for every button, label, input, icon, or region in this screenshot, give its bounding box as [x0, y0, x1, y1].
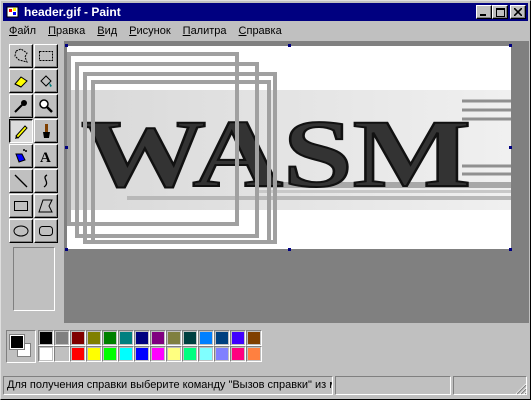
- palette-swatch[interactable]: [38, 346, 54, 362]
- paint-app-icon[interactable]: [5, 4, 21, 20]
- rect-select-tool[interactable]: [34, 44, 58, 68]
- fill-bucket-icon: [40, 75, 52, 87]
- palette-swatch[interactable]: [70, 330, 86, 346]
- tool-options-box[interactable]: [13, 247, 55, 311]
- close-button[interactable]: [510, 5, 526, 19]
- text-icon: A: [40, 150, 51, 164]
- resize-grip-icon[interactable]: [515, 383, 527, 395]
- menu-colors[interactable]: Палитра: [177, 22, 233, 41]
- palette-swatch[interactable]: [230, 330, 246, 346]
- pencil-icon: [15, 125, 28, 139]
- menu-file[interactable]: Файл: [3, 22, 42, 41]
- drawing-canvas[interactable]: WASM: [67, 46, 511, 249]
- rect-select-icon: [39, 51, 53, 61]
- airbrush-icon: [15, 149, 27, 163]
- color-palette: [4, 327, 526, 367]
- palette-swatch[interactable]: [246, 346, 262, 362]
- polygon-tool[interactable]: [34, 194, 58, 218]
- resize-handle-br[interactable]: [509, 248, 512, 251]
- curve-tool[interactable]: [34, 169, 58, 193]
- resize-handle-bc[interactable]: [288, 248, 291, 251]
- palette-swatch[interactable]: [214, 346, 230, 362]
- current-colors[interactable]: [6, 330, 36, 363]
- menu-image[interactable]: Рисунок: [123, 22, 177, 41]
- resize-handle-bl: [65, 248, 68, 251]
- line-tool[interactable]: [9, 169, 33, 193]
- status-bar: Для получения справки выберите команду "…: [3, 375, 528, 396]
- magnifier-tool[interactable]: [34, 94, 58, 118]
- palette-swatch[interactable]: [230, 346, 246, 362]
- pencil-tool[interactable]: [9, 119, 33, 143]
- palette-swatch[interactable]: [150, 346, 166, 362]
- minimize-button[interactable]: [476, 5, 492, 19]
- foreground-color: [9, 334, 25, 350]
- palette-swatch[interactable]: [86, 330, 102, 346]
- palette-swatch[interactable]: [166, 346, 182, 362]
- airbrush-tool[interactable]: [9, 144, 33, 168]
- palette-swatch[interactable]: [182, 330, 198, 346]
- fill-bucket-tool[interactable]: [34, 69, 58, 93]
- magnifier-icon: [39, 99, 53, 113]
- palette-swatch[interactable]: [54, 346, 70, 362]
- ellipse-tool[interactable]: [9, 219, 33, 243]
- palette-swatch[interactable]: [38, 330, 54, 346]
- svg-text:A: A: [40, 150, 51, 164]
- eraser-tool[interactable]: [9, 69, 33, 93]
- status-coordinates: [335, 376, 451, 395]
- resize-handle-ml: [65, 146, 68, 149]
- menu-help[interactable]: Справка: [233, 22, 288, 41]
- status-help-text: Для получения справки выберите команду "…: [3, 376, 333, 395]
- resize-handle-mr[interactable]: [509, 146, 512, 149]
- palette-swatch[interactable]: [182, 346, 198, 362]
- palette-swatch[interactable]: [102, 346, 118, 362]
- brush-icon: [43, 124, 50, 138]
- close-icon: [514, 8, 522, 16]
- palette-swatch[interactable]: [70, 346, 86, 362]
- minimize-icon: [480, 14, 486, 16]
- free-select-icon: [14, 48, 28, 63]
- palette-swatch[interactable]: [246, 330, 262, 346]
- palette-swatch[interactable]: [214, 330, 230, 346]
- palette-swatch[interactable]: [118, 346, 134, 362]
- palette-swatch[interactable]: [86, 346, 102, 362]
- header-image: WASM: [67, 46, 511, 249]
- rounded-rect-tool[interactable]: [34, 219, 58, 243]
- brush-tool[interactable]: [34, 119, 58, 143]
- color-picker-tool[interactable]: [9, 94, 33, 118]
- canvas-area: WASM: [64, 41, 529, 323]
- palette-swatch[interactable]: [118, 330, 134, 346]
- maximize-button[interactable]: [492, 5, 508, 19]
- palette-swatch[interactable]: [166, 330, 182, 346]
- resize-handle-tc: [288, 44, 291, 47]
- curve-icon: [43, 174, 48, 188]
- palette-swatch[interactable]: [134, 346, 150, 362]
- menu-view[interactable]: Вид: [91, 22, 123, 41]
- line-icon: [14, 174, 28, 188]
- window-title: header.gif - Paint: [24, 5, 121, 19]
- menu-edit[interactable]: Правка: [42, 22, 91, 41]
- maximize-icon: [495, 7, 505, 17]
- title-bar[interactable]: header.gif - Paint: [3, 3, 528, 21]
- tool-box: A: [4, 41, 64, 323]
- palette-swatch[interactable]: [198, 346, 214, 362]
- rectangle-icon: [14, 201, 28, 211]
- palette-swatch[interactable]: [150, 330, 166, 346]
- paint-window: header.gif - Paint Файл Правка Вид Рисун…: [0, 0, 531, 400]
- color-picker-icon: [14, 100, 27, 113]
- ellipse-icon: [13, 225, 29, 237]
- menu-bar: Файл Правка Вид Рисунок Палитра Справка: [3, 22, 528, 41]
- rectangle-tool[interactable]: [9, 194, 33, 218]
- free-select-tool[interactable]: [9, 44, 33, 68]
- rounded-rect-icon: [39, 226, 53, 236]
- palette-swatch[interactable]: [198, 330, 214, 346]
- resize-handle-tl: [65, 44, 68, 47]
- palette-swatch[interactable]: [54, 330, 70, 346]
- palette-swatch[interactable]: [134, 330, 150, 346]
- resize-handle-tr: [509, 44, 512, 47]
- polygon-icon: [38, 199, 53, 213]
- eraser-icon: [14, 76, 28, 88]
- text-tool[interactable]: A: [34, 144, 58, 168]
- palette-swatch[interactable]: [102, 330, 118, 346]
